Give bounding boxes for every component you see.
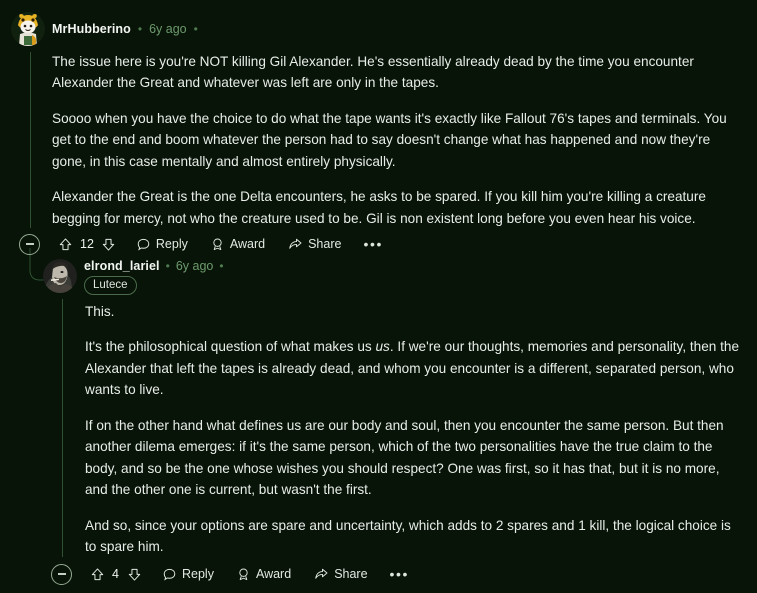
share-label: Share bbox=[334, 567, 368, 581]
comment-paragraph: The issue here is you're NOT killing Gil… bbox=[52, 54, 694, 91]
upvote-arrow-icon bbox=[91, 567, 104, 580]
thread-line-level-1[interactable] bbox=[30, 52, 31, 228]
award-button[interactable]: Award bbox=[236, 567, 291, 582]
comment-bubble-icon bbox=[163, 568, 176, 580]
comment-action-bar: 12 Reply Award Share ••• bbox=[19, 231, 383, 257]
award-label: Award bbox=[229, 237, 266, 251]
vote-score: 4 bbox=[112, 567, 119, 581]
reply-paragraph-italic: It's the philosophical question of what … bbox=[85, 336, 740, 400]
collapse-minus-icon bbox=[25, 243, 34, 245]
collapse-minus-icon bbox=[57, 573, 66, 575]
italic-emphasis: us bbox=[375, 339, 390, 355]
comment-paragraph: Alexander the Great is the one Delta enc… bbox=[52, 189, 706, 226]
award-label: Award bbox=[255, 567, 292, 581]
share-arrow-icon bbox=[315, 568, 328, 579]
avatar-mrhubberino[interactable] bbox=[11, 12, 45, 46]
user-flair-badge[interactable]: Lutece bbox=[84, 276, 137, 296]
comment-bubble-icon bbox=[137, 238, 150, 250]
comment-paragraph: Soooo when you have the choice to do wha… bbox=[52, 110, 727, 169]
comment-author[interactable]: MrHubberino bbox=[52, 22, 131, 36]
reply-paragraph: If on the other hand what defines us are… bbox=[85, 417, 724, 498]
separator-dot: • bbox=[137, 22, 143, 36]
reply-action-bar: 4 Reply Award Share ••• bbox=[51, 561, 409, 587]
more-options-button[interactable]: ••• bbox=[363, 237, 383, 251]
award-button[interactable]: Award bbox=[210, 237, 265, 252]
award-medal-icon bbox=[239, 568, 248, 580]
share-arrow-icon bbox=[289, 238, 302, 249]
vote-score: 12 bbox=[80, 237, 94, 251]
upvote-button[interactable] bbox=[90, 567, 105, 582]
separator-dot: • bbox=[193, 22, 198, 36]
avatar-elrond-lariel[interactable] bbox=[43, 259, 77, 293]
collapse-thread-button[interactable] bbox=[51, 563, 72, 585]
more-options-button[interactable]: ••• bbox=[390, 567, 410, 581]
reply-header: elrond_lariel • 6y ago • Lutece bbox=[43, 259, 224, 296]
reply-timestamp: 6y ago bbox=[175, 259, 214, 273]
reply-body: This. It's the philosophical question of… bbox=[85, 301, 740, 558]
downvote-arrow-icon bbox=[128, 568, 141, 581]
share-label: Share bbox=[308, 237, 342, 251]
collapse-thread-button[interactable] bbox=[19, 233, 40, 255]
reply-label: Reply bbox=[155, 237, 188, 251]
vote-group: 12 bbox=[58, 237, 116, 252]
comment-thread: MrHubberino • 6y ago • The issue here is… bbox=[0, 0, 757, 593]
comment-body: The issue here is you're NOT killing Gil… bbox=[52, 51, 732, 229]
reply-author[interactable]: elrond_lariel bbox=[84, 259, 160, 273]
comment-header: MrHubberino • 6y ago • bbox=[11, 12, 198, 46]
vote-group: 4 bbox=[90, 567, 142, 582]
share-button[interactable]: Share bbox=[313, 567, 368, 582]
award-medal-icon bbox=[213, 238, 222, 250]
downvote-arrow-icon bbox=[102, 238, 115, 251]
upvote-arrow-icon bbox=[59, 237, 72, 250]
separator-dot: • bbox=[219, 259, 224, 273]
share-button[interactable]: Share bbox=[287, 237, 341, 252]
italic-para-before: It's the philosophical question of what … bbox=[85, 339, 376, 355]
downvote-button[interactable] bbox=[127, 567, 142, 582]
reply-button[interactable]: Reply bbox=[136, 237, 188, 252]
downvote-button[interactable] bbox=[101, 237, 116, 252]
separator-dot: • bbox=[165, 259, 170, 273]
reply-label: Reply bbox=[182, 567, 214, 581]
reply-button[interactable]: Reply bbox=[162, 567, 214, 582]
upvote-button[interactable] bbox=[58, 237, 73, 252]
thread-line-level-2[interactable] bbox=[62, 299, 63, 557]
comment-timestamp: 6y ago bbox=[149, 22, 187, 36]
reply-paragraph: This. bbox=[85, 304, 115, 319]
reply-paragraph: And so, since your options are spare and… bbox=[85, 517, 731, 555]
